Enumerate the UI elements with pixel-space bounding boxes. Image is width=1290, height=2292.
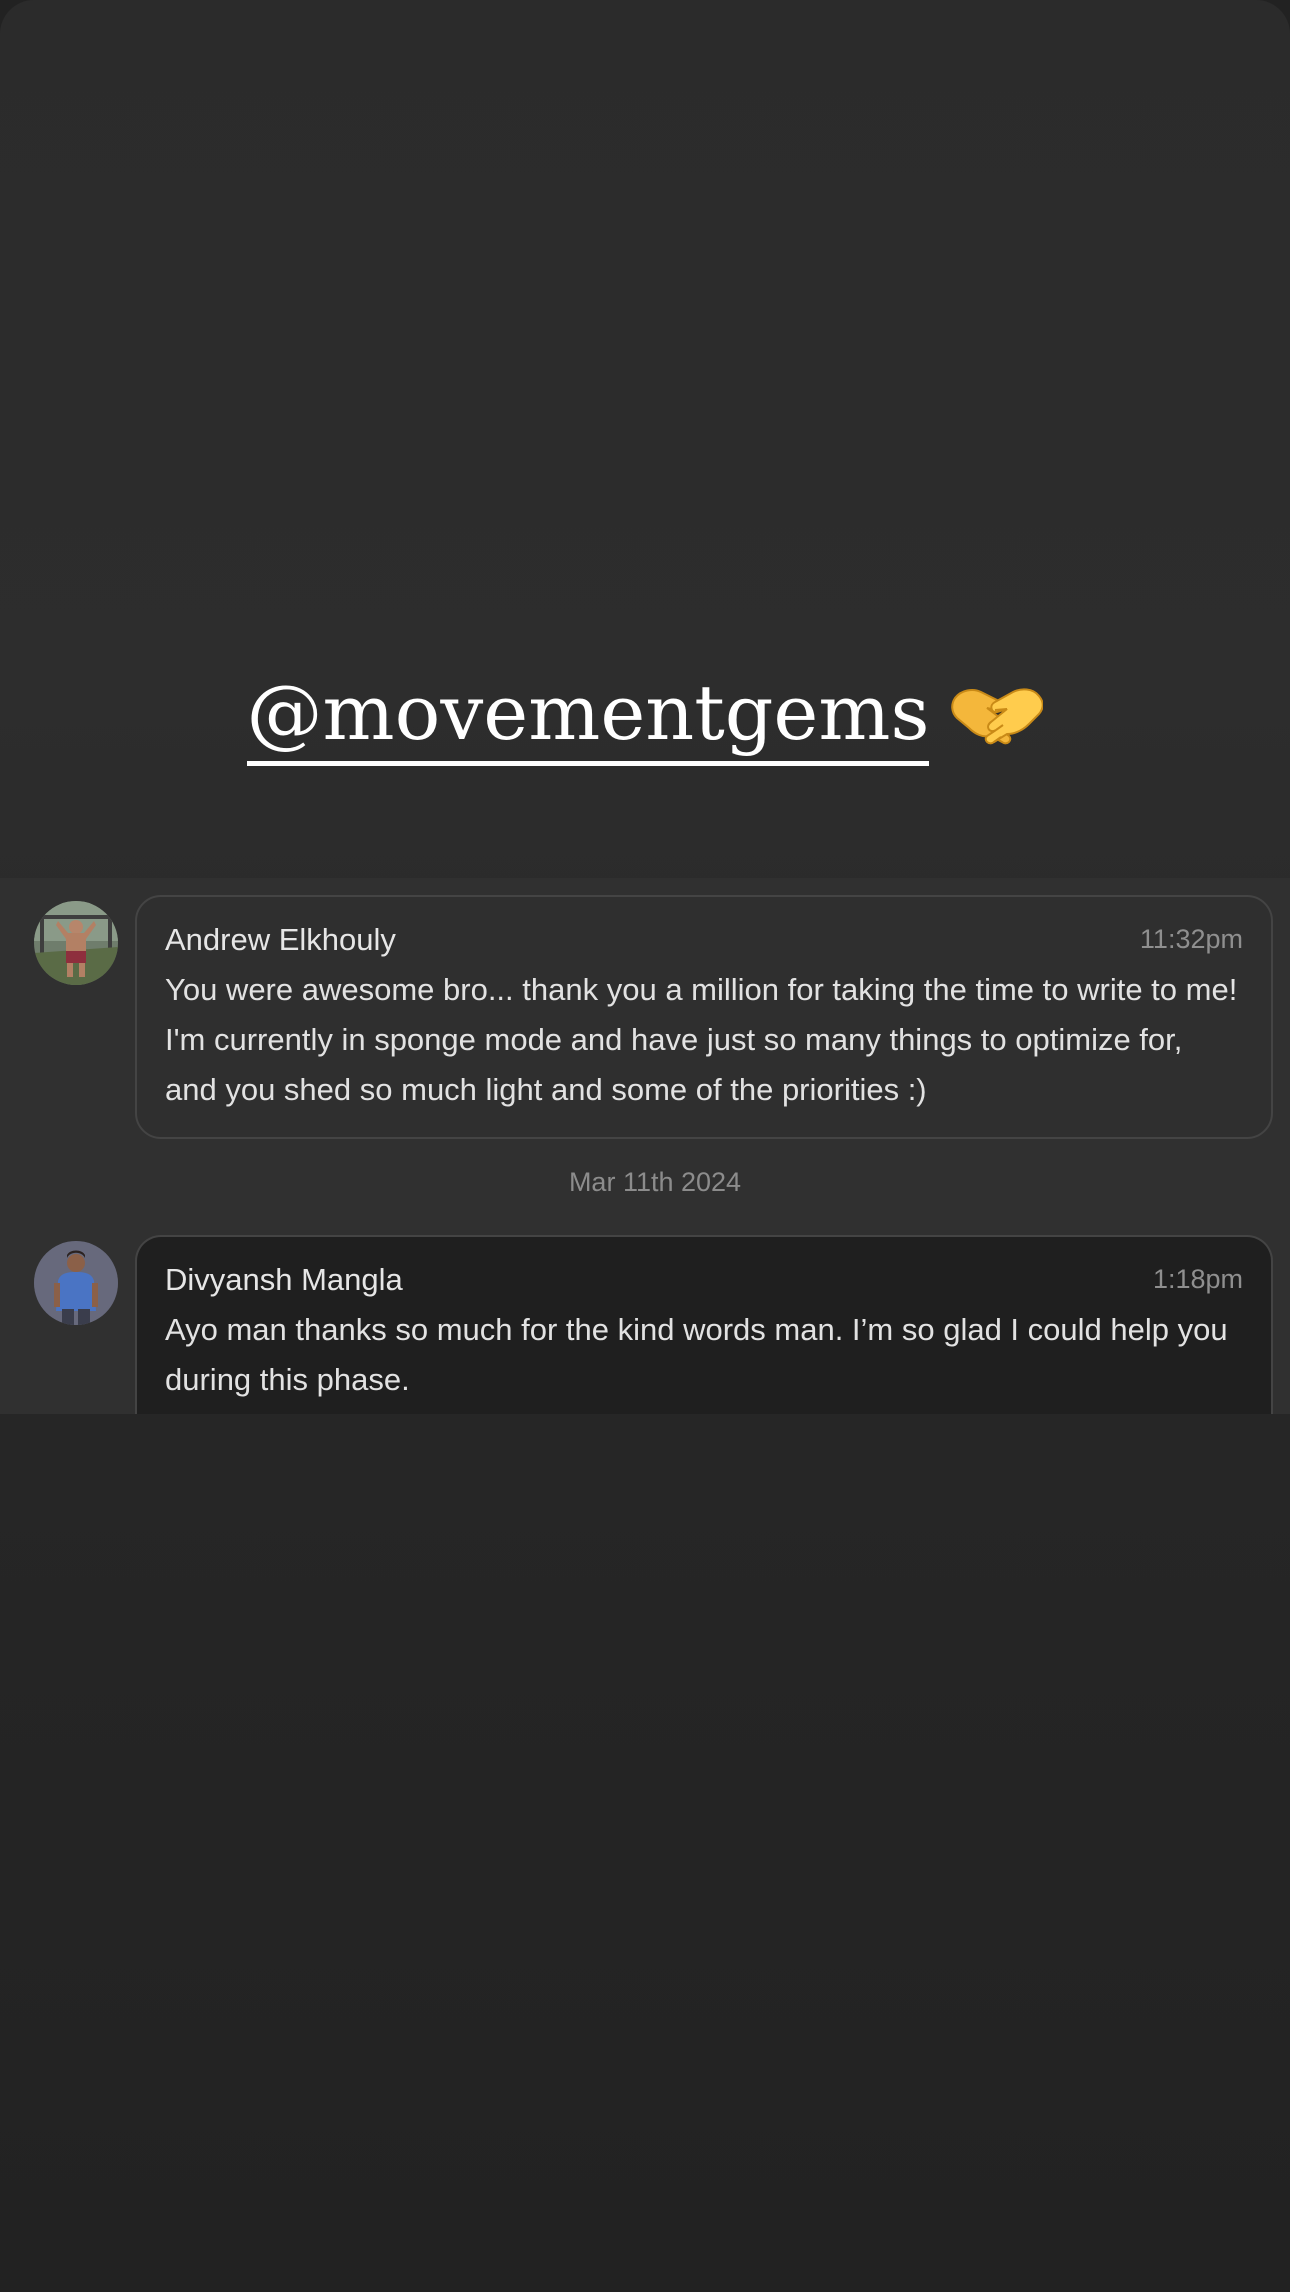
message-time: 11:32pm — [1139, 924, 1243, 954]
sender-name: Andrew Elkhouly — [165, 922, 396, 957]
message-bubble[interactable]: Andrew Elkhouly 11:32pm You were awesome… — [135, 895, 1273, 1139]
message-text: Ayo man thanks so much for the kind word… — [165, 1312, 1228, 1397]
message-time: 1:18pm — [1152, 1264, 1243, 1294]
mention-sticker[interactable]: @movementgems — [0, 655, 1290, 775]
message-text: You were awesome bro... thank you a mill… — [165, 972, 1238, 1107]
message-bubble[interactable]: Divyansh Mangla 1:18pm Ayo man thanks so… — [135, 1235, 1273, 1414]
handshake-icon — [951, 688, 1044, 745]
chat-screenshot: Andrew Elkhouly 11:32pm You were awesome… — [0, 878, 1290, 1414]
avatar-divyansh[interactable] — [34, 1241, 118, 1325]
avatar-andrew[interactable] — [34, 901, 118, 985]
story-background: @movementgems Andrew Elkhouly 11:32pm Yo… — [0, 0, 1290, 2292]
date-separator: Mar 11th 2024 — [568, 1167, 742, 1197]
sender-name: Divyansh Mangla — [165, 1262, 403, 1297]
mention-link[interactable]: @movementgems — [246, 665, 930, 766]
